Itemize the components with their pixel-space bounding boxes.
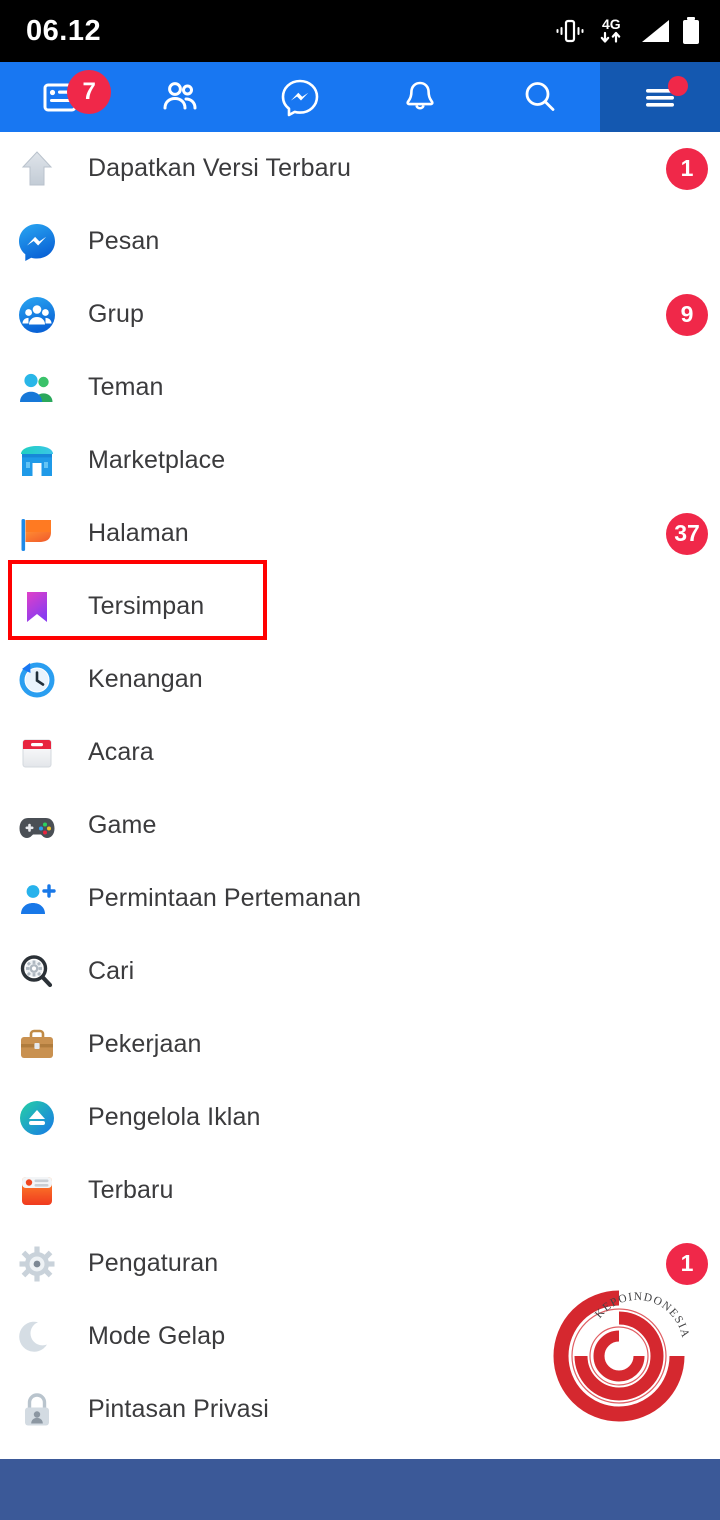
svg-text:4G: 4G bbox=[602, 16, 621, 32]
marketplace-icon bbox=[14, 438, 60, 484]
news-feed-tab[interactable]: 7 bbox=[0, 62, 120, 132]
menu-item-badge: 9 bbox=[666, 293, 708, 336]
menu-item-label: Marketplace bbox=[88, 446, 226, 474]
menu-item-label: Pintasan Privasi bbox=[88, 1395, 269, 1423]
pages-flag-icon bbox=[14, 511, 60, 557]
menu-item-label: Grup bbox=[88, 300, 144, 328]
friends-color-icon bbox=[14, 365, 60, 411]
top-tab-bar: 7 bbox=[0, 62, 720, 132]
menu-item-teman[interactable]: Teman bbox=[0, 351, 720, 424]
menu-item-label: Tersimpan bbox=[88, 592, 205, 620]
menu-item-label: Mode Gelap bbox=[88, 1322, 226, 1350]
messenger-icon bbox=[278, 75, 322, 119]
news-feed-badge: 7 bbox=[67, 70, 112, 114]
briefcase-icon bbox=[14, 1022, 60, 1068]
menu-item-marketplace[interactable]: Marketplace bbox=[0, 424, 720, 497]
menu-item-label: Acara bbox=[88, 738, 154, 766]
menu-item-label: Kenangan bbox=[88, 665, 203, 693]
menu-item-dapatkan-versi-terbaru[interactable]: Dapatkan Versi Terbaru 1 bbox=[0, 132, 720, 205]
menu-item-label: Terbaru bbox=[88, 1176, 174, 1204]
menu-item-label: Cari bbox=[88, 957, 135, 985]
messenger-icon bbox=[14, 219, 60, 265]
menu-item-halaman[interactable]: Halaman 37 bbox=[0, 497, 720, 570]
menu-item-label: Pengaturan bbox=[88, 1249, 219, 1277]
privacy-lock-icon bbox=[14, 1387, 60, 1433]
menu-list[interactable]: Dapatkan Versi Terbaru 1 Pesan Grup 9 Te… bbox=[0, 132, 720, 1459]
menu-item-label: Dapatkan Versi Terbaru bbox=[88, 154, 352, 182]
menu-item-grup[interactable]: Grup 9 bbox=[0, 278, 720, 351]
status-bar: 06.12 4G bbox=[0, 0, 720, 62]
gear-icon bbox=[14, 1241, 60, 1287]
menu-item-game[interactable]: Game bbox=[0, 789, 720, 862]
menu-item-label: Pesan bbox=[88, 227, 160, 255]
menu-item-badge: 1 bbox=[666, 147, 708, 190]
battery-icon bbox=[680, 16, 702, 46]
ads-manager-icon bbox=[14, 1095, 60, 1141]
search-tab[interactable] bbox=[480, 62, 600, 132]
menu-item-label: Pekerjaan bbox=[88, 1030, 202, 1058]
menu-item-kenangan[interactable]: Kenangan bbox=[0, 643, 720, 716]
menu-notification-dot bbox=[668, 76, 689, 96]
watermark-kepoindonesia: KEPOINDONESIA bbox=[541, 1288, 703, 1428]
menu-item-terbaru[interactable]: Terbaru bbox=[0, 1154, 720, 1227]
friends-tab[interactable] bbox=[120, 62, 240, 132]
menu-item-badge: 1 bbox=[666, 1242, 708, 1285]
messenger-tab[interactable] bbox=[240, 62, 360, 132]
menu-item-badge: 37 bbox=[666, 512, 708, 555]
menu-item-label: Teman bbox=[88, 373, 164, 401]
vibrate-icon bbox=[555, 17, 585, 45]
system-navigation-bar bbox=[0, 1459, 720, 1520]
menu-tab[interactable] bbox=[600, 62, 720, 132]
menu-item-cari[interactable]: Cari bbox=[0, 935, 720, 1008]
menu-item-label: Pengelola Iklan bbox=[88, 1103, 261, 1131]
friends-icon bbox=[159, 76, 201, 118]
moon-icon bbox=[14, 1314, 60, 1360]
status-clock: 06.12 bbox=[26, 14, 102, 47]
menu-item-pesan[interactable]: Pesan bbox=[0, 205, 720, 278]
menu-item-tersimpan[interactable]: Tersimpan bbox=[0, 570, 720, 643]
search-icon bbox=[519, 76, 561, 118]
upgrade-arrow-icon bbox=[14, 146, 60, 192]
menu-item-label: Halaman bbox=[88, 519, 189, 547]
mobile-data-icon: 4G bbox=[594, 16, 630, 46]
gamepad-icon bbox=[14, 803, 60, 849]
menu-item-permintaan-pertemanan[interactable]: Permintaan Pertemanan bbox=[0, 862, 720, 935]
groups-icon bbox=[14, 292, 60, 338]
bookmark-icon bbox=[14, 584, 60, 630]
menu-item-pengelola-iklan[interactable]: Pengelola Iklan bbox=[0, 1081, 720, 1154]
menu-item-acara[interactable]: Acara bbox=[0, 716, 720, 789]
phone-screen: 06.12 4G 7 Dapatkan Versi Terbaru 1 Pesa… bbox=[0, 0, 720, 1520]
calendar-icon bbox=[14, 730, 60, 776]
menu-item-pekerjaan[interactable]: Pekerjaan bbox=[0, 1008, 720, 1081]
menu-item-label: Game bbox=[88, 811, 157, 839]
status-icons: 4G bbox=[555, 16, 702, 46]
signal-icon bbox=[639, 17, 671, 45]
search-gear-icon bbox=[14, 949, 60, 995]
menu-item-label: Permintaan Pertemanan bbox=[88, 884, 362, 912]
recent-news-icon bbox=[14, 1168, 60, 1214]
notifications-tab[interactable] bbox=[360, 62, 480, 132]
memories-clock-icon bbox=[14, 657, 60, 703]
bell-icon bbox=[399, 76, 441, 118]
friend-request-icon bbox=[14, 876, 60, 922]
